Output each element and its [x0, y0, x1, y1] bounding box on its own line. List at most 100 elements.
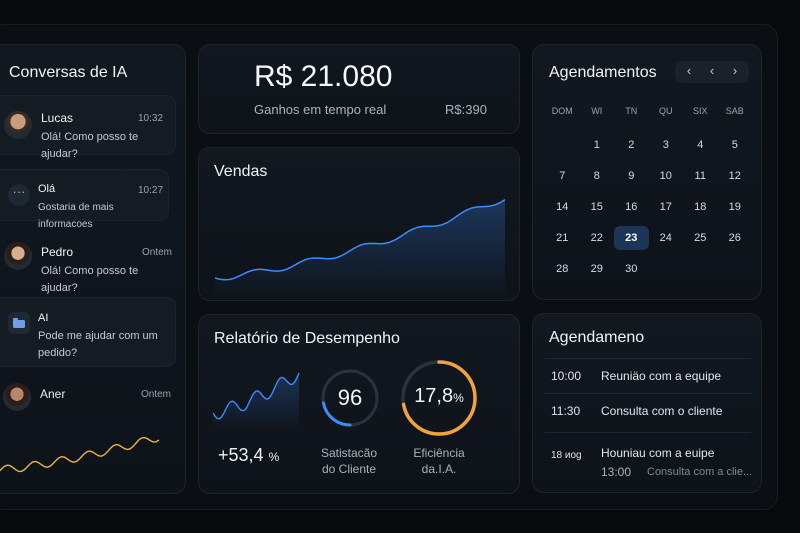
- calendar-day[interactable]: 19: [718, 201, 753, 213]
- chevron-left-icon[interactable]: ‹: [681, 63, 697, 78]
- chat-name: Olá: [38, 183, 56, 195]
- weekday-label: QU: [659, 106, 673, 116]
- sales-card: Vendas: [198, 147, 520, 301]
- chat-panel-title: Conversas de IA: [9, 64, 128, 81]
- efficiency-label-line2: da.I.A.: [421, 462, 457, 476]
- calendar-weekdays: DOM WI TN QU SIX SAB: [545, 101, 755, 121]
- efficiency-number: 17,8: [414, 385, 454, 407]
- chat-name: AI: [38, 312, 49, 324]
- calendar-day[interactable]: 24: [649, 232, 684, 244]
- calendar-day[interactable]: 7: [545, 170, 580, 182]
- earnings-sub-value: R$:390: [445, 102, 487, 117]
- avatar: [4, 242, 32, 270]
- calendar-day[interactable]: 9: [614, 170, 649, 182]
- chat-message: Pode me ajudar com um pedido?: [38, 330, 158, 359]
- calendar-nav: ‹ ‹ ›: [675, 61, 749, 83]
- chat-time: 10:32: [138, 113, 164, 124]
- chat-message: Olá! Como posso te ajudar?: [41, 131, 139, 160]
- chat-item-aner[interactable]: Aner Ontem: [0, 379, 176, 489]
- performance-title: Relatório de Desempenho: [214, 330, 400, 347]
- satisfaction-label: Satistacão do Cliente: [304, 445, 394, 477]
- agenda-title: Agendameno: [549, 329, 645, 346]
- calendar-week-row: 12345: [545, 129, 755, 160]
- calendar-day[interactable]: 15: [580, 201, 615, 213]
- chat-time: 10:27: [138, 185, 164, 196]
- calendar-week-row: 21 22 23 24 25 26: [545, 222, 755, 253]
- satisfaction-label-line1: Satistacão: [320, 446, 378, 460]
- calendar-day[interactable]: 11: [683, 170, 718, 182]
- chat-time: Ontem: [142, 247, 173, 258]
- calendar-day[interactable]: 26: [718, 232, 753, 244]
- weekday-label: DOM: [551, 106, 573, 116]
- chat-name: Lucas: [41, 111, 74, 125]
- calendar-day[interactable]: 4: [683, 139, 718, 151]
- earnings-value: R$ 21.080: [254, 60, 393, 93]
- growth-value: +53,4 %: [218, 445, 279, 466]
- calendar-day[interactable]: 21: [545, 232, 580, 244]
- calendar-day[interactable]: 14: [545, 201, 580, 213]
- chevron-left-icon[interactable]: ‹: [704, 63, 720, 78]
- calendar-title: Agendamentos: [549, 64, 657, 81]
- chat-message: Olá! Como posso te ajudar?: [41, 265, 139, 294]
- agenda-item[interactable]: 18 иog Houniau com a euipe 13:00 Consult…: [533, 446, 763, 486]
- divider: [545, 358, 751, 359]
- calendar-day[interactable]: 25: [683, 232, 718, 244]
- satisfaction-label-line2: do Cliente: [321, 462, 377, 476]
- efficiency-label: Eficiência da.I.A.: [394, 445, 484, 477]
- performance-card: Relatório de Desempenho +53,4 % 96 Satis…: [198, 314, 520, 494]
- agenda-item[interactable]: 11:30 Consulta com o cliente: [533, 404, 763, 440]
- calendar-day[interactable]: 3: [649, 139, 684, 151]
- earnings-label: Ganhos em tempo real: [254, 102, 387, 117]
- efficiency-unit: %: [453, 391, 464, 405]
- calendar-day[interactable]: 17: [649, 201, 684, 213]
- agenda-time: 10:00: [551, 369, 582, 383]
- satisfaction-value: 96: [337, 385, 363, 410]
- chat-name: Pedro: [41, 245, 74, 259]
- agenda-sub-desc: Consulta com a clie...: [647, 466, 753, 478]
- divider: [545, 432, 751, 433]
- calendar-day[interactable]: 10: [649, 170, 684, 182]
- activity-sparkline: [0, 436, 160, 473]
- efficiency-value: 17,8%: [399, 385, 479, 408]
- growth-number: +53,4: [218, 445, 264, 465]
- chat-message: Gostaria de mais informacoes: [38, 202, 114, 230]
- weekday-label: SAB: [725, 106, 744, 116]
- agenda-time: 11:30: [551, 404, 581, 418]
- folder-icon: [8, 312, 30, 334]
- growth-unit: %: [268, 450, 280, 464]
- chat-item-lucas[interactable]: Lucas 10:32 Olá! Como posso te ajudar?: [0, 95, 176, 160]
- efficiency-label-line1: Eficiência: [413, 446, 465, 460]
- chat-item-ola[interactable]: ··· Olá 10:27 Gostaria de mais informaco…: [0, 169, 169, 230]
- weekday-label: TN: [625, 106, 638, 116]
- divider: [545, 393, 751, 394]
- chat-item-pedro[interactable]: Pedro Ontem Olá! Como posso te ajudar?: [0, 237, 176, 294]
- agenda-desc: Houniau com a euipe: [601, 446, 715, 460]
- calendar-week-row: 28 29 30: [545, 253, 755, 284]
- chat-item-ai[interactable]: AI Pode me ajudar com um pedido?: [0, 297, 176, 367]
- calendar-day[interactable]: 16: [614, 201, 649, 213]
- performance-sparkline: [213, 372, 300, 431]
- chat-bubble-icon: ···: [8, 184, 30, 206]
- calendar-day[interactable]: 28: [545, 263, 580, 275]
- calendar-day[interactable]: 1: [580, 139, 615, 151]
- agenda-time: 18 иog: [551, 450, 582, 461]
- calendar-day[interactable]: 23: [614, 225, 649, 250]
- weekday-label: SIX: [692, 106, 708, 116]
- chevron-right-icon[interactable]: ›: [727, 63, 743, 78]
- agenda-card: Agendameno 10:00 Reuniäo com a equipe 11…: [532, 313, 762, 493]
- calendar-week-row: 14 15 16 17 18 19: [545, 191, 755, 222]
- calendar-day[interactable]: 30: [614, 263, 649, 275]
- calendar-day[interactable]: 29: [580, 263, 615, 275]
- sales-line-chart: [214, 198, 506, 298]
- agenda-item[interactable]: 10:00 Reuniäo com a equipe: [533, 369, 763, 405]
- calendar-card: Agendamentos ‹ ‹ › DOM WI TN QU SIX SAB …: [532, 44, 762, 300]
- calendar-day[interactable]: 5: [718, 139, 753, 151]
- calendar-day[interactable]: 2: [614, 139, 649, 151]
- weekday-label: WI: [591, 106, 603, 116]
- calendar-grid: DOM WI TN QU SIX SAB 1 2 3 4 5 7 8 9 10 11 12 14 15 1…: [545, 101, 755, 284]
- calendar-day[interactable]: 18: [683, 201, 718, 213]
- calendar-day[interactable]: 12: [718, 170, 753, 182]
- calendar-day[interactable]: 22: [580, 232, 615, 244]
- calendar-day[interactable]: 8: [580, 170, 615, 182]
- agenda-desc: Consulta com o cliente: [601, 404, 723, 418]
